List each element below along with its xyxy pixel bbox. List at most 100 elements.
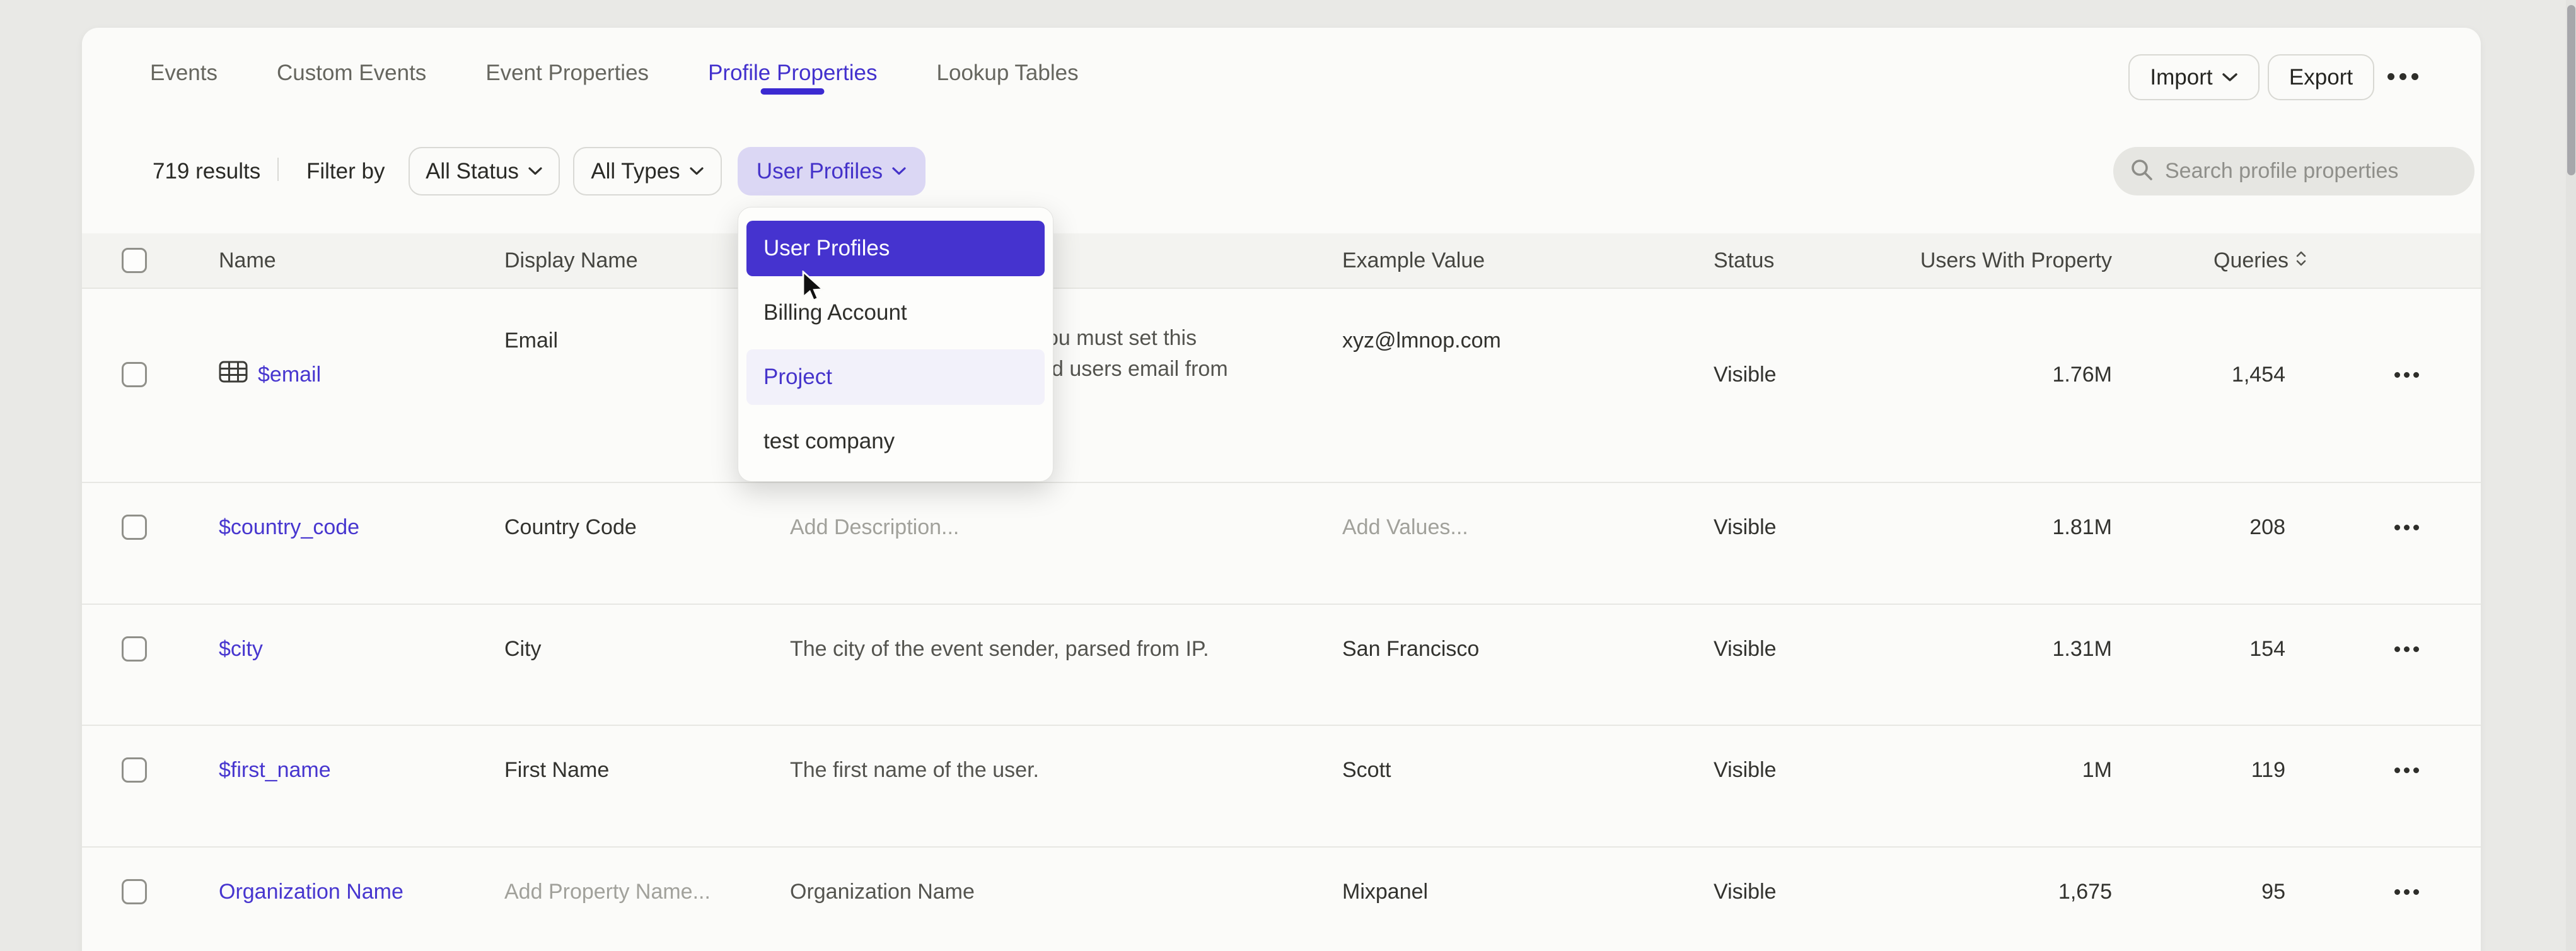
row-checkbox[interactable]: [122, 879, 147, 904]
table-row: $email Email ou must set this d users em…: [82, 288, 2481, 482]
example-value-cell[interactable]: Scott: [1342, 757, 1391, 783]
description-line: ou must set this: [1047, 323, 1228, 354]
import-button[interactable]: Import: [2128, 54, 2260, 100]
content-card: Events Custom Events Event Properties Pr…: [82, 28, 2481, 951]
tab-bar: Events Custom Events Event Properties Pr…: [150, 43, 1079, 103]
menu-item-user-profiles[interactable]: User Profiles: [746, 221, 1045, 276]
queries-cell: 1,454: [2232, 362, 2285, 387]
table-icon: [219, 361, 248, 388]
display-name-cell[interactable]: City: [504, 636, 542, 662]
property-name-link[interactable]: $city: [219, 637, 263, 662]
property-name-link[interactable]: $country_code: [219, 515, 359, 540]
users-with-property-cell: 1.81M: [2053, 515, 2113, 540]
search-icon: [2128, 156, 2155, 186]
queries-header-label: Queries: [2213, 248, 2289, 273]
queries-cell: 119: [2251, 757, 2285, 783]
row-more-button[interactable]: [2394, 646, 2419, 652]
import-button-label: Import: [2150, 65, 2212, 90]
chevron-down-icon: [689, 166, 704, 176]
example-value-cell[interactable]: Add Values...: [1342, 515, 1468, 540]
users-with-property-cell: 1M: [2082, 757, 2112, 783]
menu-item-billing-account[interactable]: Billing Account: [746, 285, 1045, 341]
property-name-link[interactable]: $first_name: [219, 758, 331, 783]
status-filter-dropdown[interactable]: All Status: [409, 147, 560, 195]
chevron-down-icon: [891, 166, 907, 176]
status-cell: Visible: [1714, 362, 1777, 387]
example-value-cell[interactable]: San Francisco: [1342, 636, 1479, 662]
row-checkbox[interactable]: [122, 515, 147, 540]
users-with-property-cell: 1.76M: [2053, 362, 2113, 387]
chevron-down-icon: [2222, 73, 2238, 83]
description-cell[interactable]: Add Description...: [790, 515, 959, 540]
example-value-cell[interactable]: Mixpanel: [1342, 879, 1428, 904]
select-all-checkbox[interactable]: [122, 248, 147, 273]
table-row: $country_code Country Code Add Descripti…: [82, 482, 2481, 604]
row-checkbox[interactable]: [122, 757, 147, 783]
status-cell: Visible: [1714, 636, 1777, 662]
example-value-cell[interactable]: xyz@lmnop.com: [1342, 328, 1501, 353]
display-name-cell[interactable]: First Name: [504, 757, 609, 783]
table-row: $city City The city of the event sender,…: [82, 604, 2481, 725]
menu-item-test-company[interactable]: test company: [746, 414, 1045, 469]
column-header-status[interactable]: Status: [1714, 248, 1774, 273]
description-cell[interactable]: The first name of the user.: [790, 757, 1039, 783]
users-with-property-cell: 1.31M: [2053, 636, 2113, 662]
menu-item-project[interactable]: Project: [746, 349, 1045, 405]
row-checkbox[interactable]: [122, 362, 147, 387]
description-line: d users email from: [1052, 354, 1228, 385]
profile-properties-page: Events Custom Events Event Properties Pr…: [0, 0, 2576, 951]
users-with-property-cell: 1,675: [2058, 879, 2112, 904]
status-cell: Visible: [1714, 515, 1777, 540]
row-more-button[interactable]: [2394, 372, 2419, 378]
profile-type-dropdown[interactable]: User Profiles: [738, 147, 925, 195]
profile-type-menu: User Profiles Billing Account Project te…: [738, 207, 1053, 482]
description-cell[interactable]: The city of the event sender, parsed fro…: [790, 636, 1209, 662]
scrollbar-thumb[interactable]: [2567, 5, 2575, 175]
column-header-users-with-property[interactable]: Users With Property: [1920, 248, 2112, 273]
display-name-cell[interactable]: Email: [504, 328, 558, 353]
column-header-example-value[interactable]: Example Value: [1342, 248, 1485, 273]
status-cell: Visible: [1714, 757, 1777, 783]
description-cell[interactable]: Organization Name: [790, 879, 975, 904]
type-filter-label: All Types: [591, 159, 680, 184]
column-header-name[interactable]: Name: [219, 248, 276, 273]
divider: [277, 158, 279, 181]
results-count: 719 results: [153, 159, 260, 184]
queries-cell: 154: [2249, 636, 2285, 662]
search-box: [2113, 147, 2474, 195]
sort-icon[interactable]: [2295, 248, 2307, 273]
tab-lookup-tables[interactable]: Lookup Tables: [937, 61, 1079, 86]
status-filter-label: All Status: [426, 159, 519, 184]
status-cell: Visible: [1714, 879, 1777, 904]
scrollbar: [2566, 0, 2576, 951]
row-checkbox[interactable]: [122, 636, 147, 662]
tab-custom-events[interactable]: Custom Events: [277, 61, 426, 86]
profile-type-label: User Profiles: [757, 159, 883, 184]
row-more-button[interactable]: [2394, 889, 2419, 895]
queries-cell: 95: [2261, 879, 2285, 904]
tab-event-properties[interactable]: Event Properties: [485, 61, 649, 86]
display-name-cell[interactable]: Add Property Name...: [504, 879, 711, 904]
search-input[interactable]: [2164, 158, 2459, 184]
table-row: Organization Name Add Property Name... O…: [82, 846, 2481, 951]
property-name-link[interactable]: Organization Name: [219, 880, 403, 904]
chevron-down-icon: [528, 166, 543, 176]
export-button-label: Export: [2289, 65, 2353, 90]
description-cell[interactable]: ou must set this d users email from: [1047, 323, 1228, 385]
cursor-icon: [801, 271, 826, 309]
display-name-cell[interactable]: Country Code: [504, 515, 637, 540]
filter-by-label: Filter by: [306, 159, 385, 184]
tab-events[interactable]: Events: [150, 61, 218, 86]
property-name-link[interactable]: $email: [258, 363, 321, 387]
row-more-button[interactable]: [2394, 525, 2419, 530]
table-header-row: Name Display Name Example Value Status U…: [82, 233, 2481, 289]
type-filter-dropdown[interactable]: All Types: [573, 147, 722, 195]
column-header-display-name[interactable]: Display Name: [504, 248, 638, 273]
export-button[interactable]: Export: [2268, 54, 2374, 100]
tab-profile-properties[interactable]: Profile Properties: [708, 61, 877, 86]
column-header-queries[interactable]: Queries: [2213, 248, 2307, 273]
table-row: $first_name First Name The first name of…: [82, 725, 2481, 846]
row-more-button[interactable]: [2394, 767, 2419, 773]
more-options-button[interactable]: [2387, 73, 2418, 80]
queries-cell: 208: [2249, 515, 2285, 540]
